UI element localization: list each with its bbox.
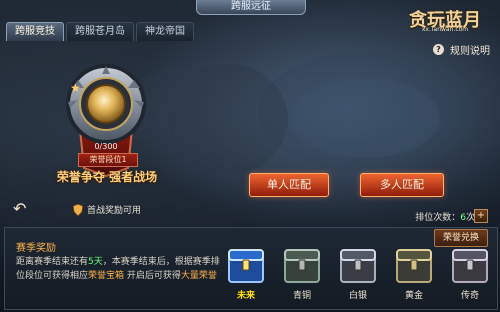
reward-amount: 大量荣誉 <box>180 271 217 281</box>
shield-icon <box>73 203 83 216</box>
season-days: 5天 <box>88 257 103 267</box>
back-arrow-icon[interactable]: ↶ <box>13 200 31 218</box>
chest-label: 传奇 <box>460 291 479 301</box>
question-icon: ? <box>433 44 444 55</box>
reward-name: 荣誉宝箱 <box>88 271 125 281</box>
rules-link[interactable]: ? 规则说明 <box>433 42 490 57</box>
window-title: 跨服远征 <box>196 0 306 15</box>
add-attempts-button[interactable]: + <box>474 209 488 223</box>
first-win-reward: 首战奖励可用 <box>73 203 141 216</box>
treasure-chest-icon <box>452 249 488 283</box>
chest-label: 未来 <box>236 291 255 301</box>
chest-label: 青铜 <box>292 291 311 301</box>
treasure-chest-icon <box>284 249 320 283</box>
svg-text:★: ★ <box>70 81 81 95</box>
chest-label: 黄金 <box>404 291 423 301</box>
map-shape <box>290 78 440 158</box>
game-logo: 贪玩蓝月 xx.Tanwan.com <box>402 4 488 34</box>
season-title: 赛季奖励 <box>16 243 56 254</box>
chest-label: 白银 <box>348 291 367 301</box>
single-match-button[interactable]: 单人匹配 <box>249 173 329 197</box>
rank-slogan: 荣誉争夺 强者战场 <box>56 170 158 184</box>
tab-cross-server-arena[interactable]: 跨服竞技 <box>6 22 64 41</box>
chest-rewards: 未来 青铜 白银 黄金 传奇 <box>223 240 493 304</box>
tab-dragon-empire[interactable]: 神龙帝国 <box>136 22 194 41</box>
rank-name: 荣誉段位1 <box>78 153 138 167</box>
rank-progress-text: 0/300 <box>94 142 118 151</box>
first-win-text: 首战奖励可用 <box>87 206 142 216</box>
rules-label: 规则说明 <box>450 46 490 57</box>
tab-bar: 跨服竞技 跨服苍月岛 神龙帝国 <box>6 22 194 41</box>
rank-badge-area: ★ 0/300 荣誉段位1 荣誉争夺 强者战场 <box>40 46 176 196</box>
rank-count: 排位次数：6次 <box>415 210 475 223</box>
game-window: 跨服远征 跨服竞技 跨服苍月岛 神龙帝国 贪玩蓝月 xx.Tanwan.com … <box>0 0 500 312</box>
treasure-chest-icon <box>396 249 432 283</box>
season-desc-part1: 距离赛季结束还有 <box>16 257 89 267</box>
map-shape <box>168 64 288 174</box>
treasure-chest-icon <box>340 249 376 283</box>
rank-count-label: 排位次数： <box>415 213 461 223</box>
multi-match-button[interactable]: 多人匹配 <box>360 173 444 197</box>
treasure-chest-icon <box>228 249 264 283</box>
season-description: 距离赛季结束还有5天，本赛季结束后，根据赛季排位段位可获得相应荣誉宝箱 开启后可… <box>16 255 226 283</box>
season-desc-part3: 开启后可获得 <box>126 271 181 281</box>
logo-subtitle: xx.Tanwan.com <box>421 26 469 33</box>
tab-cross-server-cangyue[interactable]: 跨服苍月岛 <box>66 22 134 41</box>
